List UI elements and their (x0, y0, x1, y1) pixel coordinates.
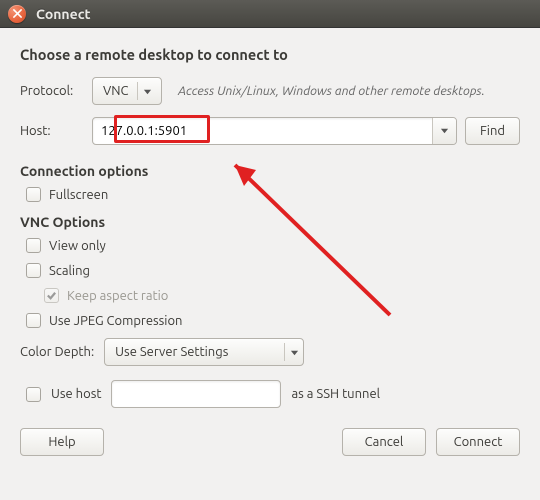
jpeg-row: Use JPEG Compression (26, 313, 520, 328)
host-label: Host: (20, 124, 92, 138)
ssh-host-input[interactable] (111, 380, 281, 408)
host-combo[interactable] (92, 117, 457, 145)
window-title: Connect (36, 6, 91, 22)
chevron-down-icon (440, 124, 449, 138)
scaling-label: Scaling (49, 264, 90, 278)
view-only-checkbox[interactable] (26, 238, 41, 253)
cancel-button[interactable]: Cancel (342, 428, 426, 456)
jpeg-checkbox[interactable] (26, 313, 41, 328)
keep-aspect-checkbox (44, 288, 59, 303)
connection-options-heading: Connection options (20, 163, 520, 179)
fullscreen-row: Fullscreen (26, 187, 520, 202)
page-heading: Choose a remote desktop to connect to (20, 46, 520, 63)
host-input[interactable] (93, 118, 432, 144)
color-depth-row: Color Depth: Use Server Settings (20, 338, 520, 366)
help-button[interactable]: Help (20, 428, 104, 456)
host-dropdown-button[interactable] (432, 118, 456, 144)
view-only-label: View only (49, 239, 106, 253)
separator (137, 82, 138, 100)
protocol-value: VNC (103, 84, 129, 98)
keep-aspect-label: Keep aspect ratio (67, 289, 168, 303)
ssh-suffix: as a SSH tunnel (291, 387, 380, 401)
ssh-row: Use host as a SSH tunnel (20, 380, 520, 408)
protocol-label: Protocol: (20, 84, 92, 98)
chevron-down-icon (143, 87, 152, 96)
connect-button[interactable]: Connect (436, 428, 520, 456)
scaling-row: Scaling (26, 263, 520, 278)
color-depth-combo[interactable]: Use Server Settings (104, 338, 304, 366)
ssh-label: Use host (51, 387, 101, 401)
protocol-hint: Access Unix/Linux, Windows and other rem… (178, 84, 485, 98)
keep-aspect-row: Keep aspect ratio (44, 288, 520, 303)
protocol-row: Protocol: VNC Access Unix/Linux, Windows… (20, 77, 520, 105)
chevron-down-icon (290, 348, 299, 357)
jpeg-label: Use JPEG Compression (49, 314, 182, 328)
titlebar: Connect (0, 0, 540, 28)
find-button[interactable]: Find (465, 117, 520, 145)
color-depth-value: Use Server Settings (115, 345, 276, 359)
fullscreen-checkbox[interactable] (26, 187, 41, 202)
dialog-footer: Help Cancel Connect (20, 428, 520, 456)
close-icon (13, 7, 22, 21)
close-button[interactable] (8, 5, 26, 23)
ssh-checkbox[interactable] (26, 387, 41, 402)
fullscreen-label: Fullscreen (49, 188, 108, 202)
vnc-options-heading: VNC Options (20, 214, 520, 230)
protocol-combo[interactable]: VNC (92, 77, 162, 105)
host-row: Host: Find (20, 117, 520, 145)
scaling-checkbox[interactable] (26, 263, 41, 278)
separator (284, 343, 285, 361)
view-only-row: View only (26, 238, 520, 253)
color-depth-label: Color Depth: (20, 345, 94, 359)
